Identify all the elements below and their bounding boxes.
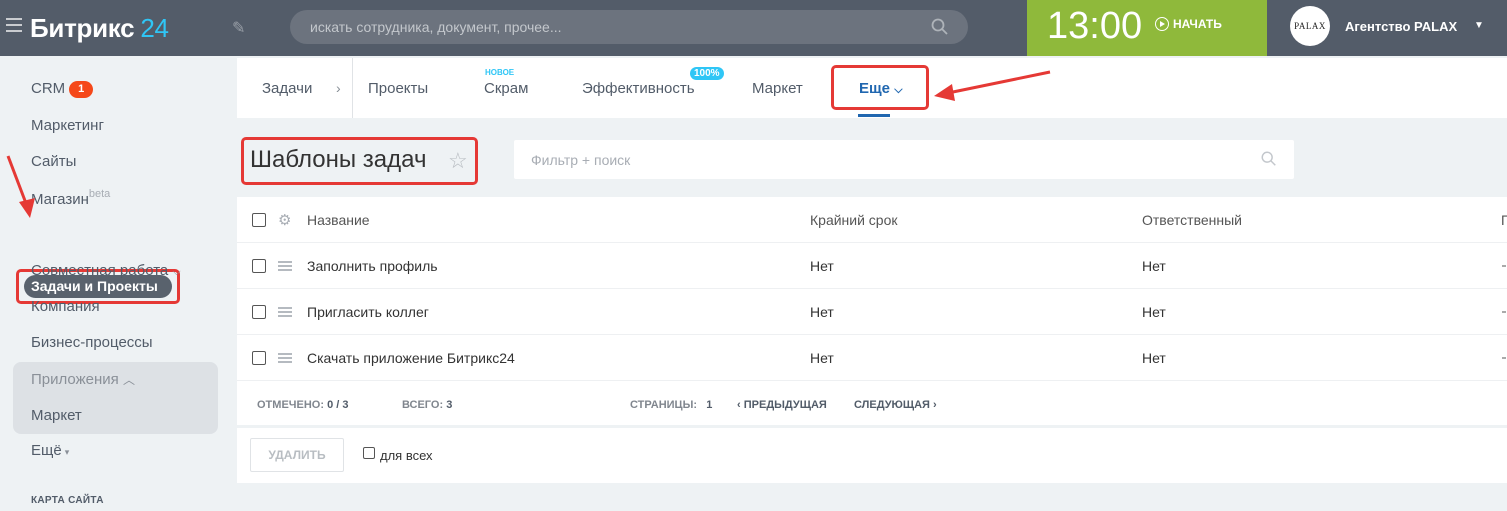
top-header: Битрикс 24 ✎ искать сотрудника, документ,… (0, 0, 1507, 56)
beta-label: beta (88, 188, 111, 200)
column-header-name[interactable]: Название (307, 212, 370, 228)
chevron-right-icon: › (336, 80, 341, 96)
sidebar-item-marketing[interactable]: Маркетинг (31, 117, 104, 134)
filter-placeholder: Фильтр + поиск (531, 152, 631, 168)
row-checkbox[interactable] (252, 305, 266, 319)
annotation-arrow-more (934, 70, 1051, 101)
chevron-down-icon[interactable]: ▼ (1474, 20, 1484, 31)
play-icon (1155, 17, 1169, 31)
sidebar-item-market[interactable]: Маркет (31, 407, 82, 424)
task-responsible: Нет (1142, 350, 1166, 366)
for-all-checkbox[interactable] (363, 447, 375, 459)
templates-grid: ⚙ Название Крайний срок Ответственный П … (237, 197, 1507, 425)
logo[interactable]: Битрикс 24 (30, 13, 169, 44)
page-title: Шаблоны задач (250, 146, 427, 173)
table-row[interactable]: Заполнить профиль Нет Нет (237, 243, 1507, 289)
tasks-tab-bar: Задачи › Проекты НОВОЕ Скрам Эффективнос… (237, 58, 1507, 118)
header-search-input[interactable]: искать сотрудника, документ, прочее... (290, 10, 968, 44)
grid-header-row: ⚙ Название Крайний срок Ответственный П (237, 197, 1507, 243)
task-deadline: Нет (810, 350, 834, 366)
sidebar-item-company[interactable]: Компания (31, 298, 100, 315)
task-name[interactable]: Скачать приложение Битрикс24 (307, 350, 515, 366)
column-header-responsible[interactable]: Ответственный (1142, 212, 1242, 228)
prev-page-link[interactable]: ‹ ПРЕДЫДУЩАЯ (737, 399, 827, 411)
delete-button[interactable]: УДАЛИТЬ (250, 438, 344, 472)
chevron-left-icon: ‹ (737, 399, 741, 411)
sitemap-link[interactable]: КАРТА САЙТА (31, 495, 104, 506)
row-checkbox[interactable] (252, 351, 266, 365)
clock-time: 13:00 (1047, 5, 1143, 47)
active-tab-underline (858, 114, 890, 117)
chevron-up-icon: ︿ (122, 373, 135, 387)
task-name[interactable]: Заполнить профиль (307, 258, 438, 274)
tab-efficiency[interactable]: Эффективность (582, 80, 695, 97)
grid-footer: ОТМЕЧЕНО: 0 / 3 ВСЕГО: 3 СТРАНИЦЫ: 1 ‹ П… (237, 381, 1507, 425)
star-icon[interactable]: ☆ (448, 148, 468, 174)
table-row[interactable]: Пригласить коллег Нет Нет (237, 289, 1507, 335)
search-placeholder: искать сотрудника, документ, прочее... (310, 19, 562, 35)
tab-market[interactable]: Маркет (752, 80, 803, 97)
task-deadline: Нет (810, 258, 834, 274)
select-all-checkbox[interactable] (252, 213, 266, 227)
sidebar-item-shop[interactable]: Магазинbeta (31, 188, 110, 208)
gear-icon[interactable]: ⚙ (278, 211, 291, 229)
drag-handle-icon[interactable] (278, 307, 292, 319)
column-header-extra[interactable]: П (1501, 212, 1507, 228)
left-sidebar: CRM 1 Маркетинг Сайты Магазинbeta Задачи … (0, 56, 237, 511)
edit-pencil-icon[interactable]: ✎ (232, 18, 245, 38)
task-responsible: Нет (1142, 304, 1166, 320)
search-icon[interactable] (1260, 150, 1278, 168)
checked-count: ОТМЕЧЕНО: 0 / 3 (257, 399, 349, 411)
action-bar: УДАЛИТЬ для всех (237, 428, 1507, 483)
sidebar-item-crm[interactable]: CRM 1 (31, 80, 94, 98)
menu-icon[interactable] (6, 18, 22, 32)
total-count: ВСЕГО: 3 (402, 399, 453, 411)
table-row[interactable]: Скачать приложение Битрикс24 Нет Нет (237, 335, 1507, 381)
avatar[interactable]: PALAX (1290, 6, 1330, 46)
next-page-link[interactable]: СЛЕДУЮЩАЯ › (854, 399, 937, 411)
crm-counter-badge: 1 (69, 81, 94, 98)
pages-info: СТРАНИЦЫ: 1 (630, 399, 713, 411)
workday-widget[interactable]: 13:00 НАЧАТЬ (1027, 0, 1267, 56)
row-checkbox[interactable] (252, 259, 266, 273)
drag-handle-icon[interactable] (278, 353, 292, 365)
sidebar-item-collab[interactable]: Совместная работа ⌵ (31, 262, 181, 279)
row-extra-mark (1502, 265, 1506, 267)
search-icon[interactable] (930, 17, 950, 37)
tab-projects[interactable]: Проекты (368, 80, 428, 97)
row-extra-mark (1502, 357, 1506, 359)
tab-divider (352, 58, 353, 118)
filter-search-input[interactable]: Фильтр + поиск (514, 140, 1294, 179)
user-name[interactable]: Агентство PALAX (1345, 19, 1457, 34)
task-deadline: Нет (810, 304, 834, 320)
sidebar-item-more[interactable]: Ещё ▾ (31, 442, 69, 459)
task-responsible: Нет (1142, 258, 1166, 274)
sidebar-item-apps[interactable]: Приложения ︿ (31, 371, 135, 388)
row-extra-mark (1502, 311, 1506, 313)
tab-scrum[interactable]: Скрам (484, 80, 528, 97)
drag-handle-icon[interactable] (278, 261, 292, 273)
chevron-right-icon: › (933, 399, 937, 411)
tab-tasks[interactable]: Задачи (262, 80, 312, 97)
start-day-button[interactable]: НАЧАТЬ (1155, 17, 1222, 31)
tab-more[interactable]: Еще ⌵ (859, 80, 903, 97)
for-all-label: для всех (380, 448, 433, 463)
new-badge: НОВОЕ (485, 68, 515, 77)
chevron-down-icon: ⌵ (894, 84, 903, 96)
annotation-arrow-sidebar (6, 155, 35, 218)
task-name[interactable]: Пригласить коллег (307, 304, 429, 320)
caret-down-icon: ▾ (64, 447, 70, 457)
chevron-down-icon: ⌵ (172, 266, 181, 278)
sidebar-item-bizproc[interactable]: Бизнес-процессы (31, 334, 153, 351)
column-header-deadline[interactable]: Крайний срок (810, 212, 898, 228)
efficiency-badge: 100% (690, 67, 724, 80)
